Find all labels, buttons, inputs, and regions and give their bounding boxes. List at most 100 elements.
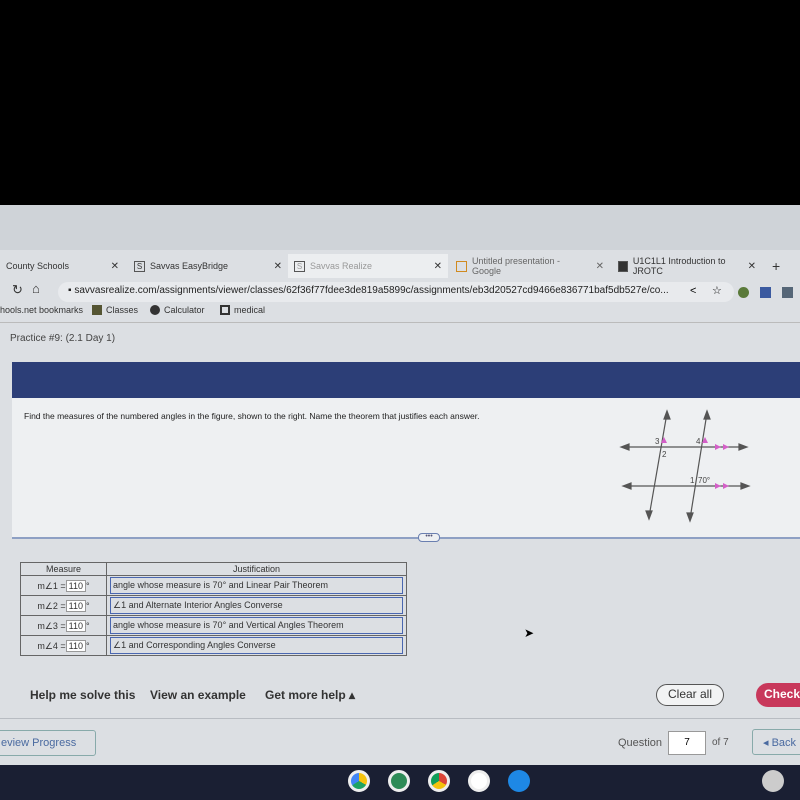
share-icon[interactable]: < xyxy=(690,285,696,297)
question-label: Question xyxy=(618,737,663,749)
help-me-solve-link[interactable]: Help me solve this xyxy=(30,688,135,702)
measure-input[interactable]: 110 xyxy=(65,619,87,632)
angle-label: m∠1 = xyxy=(37,580,66,591)
reload-icon[interactable]: ↻ xyxy=(12,282,23,298)
answer-table: Measure Justification m∠1 = 110 ° angle whos… xyxy=(20,562,407,656)
parallel-mark xyxy=(715,483,721,489)
files-icon[interactable] xyxy=(508,770,530,792)
header-banner xyxy=(12,362,800,398)
tab-label: County Schools xyxy=(6,261,70,271)
drive-icon[interactable] xyxy=(348,770,370,792)
arrowhead xyxy=(619,443,630,451)
back-button[interactable]: ◂ Back xyxy=(752,729,800,755)
parallel-mark xyxy=(715,444,721,450)
justification-input[interactable]: ∠1 and Alternate Interior Angles Convers… xyxy=(110,597,403,614)
justification-input[interactable]: angle whose measure is 70° and Linear Pa… xyxy=(110,577,403,594)
review-progress-button[interactable]: eview Progress xyxy=(0,730,96,756)
check-answer-button[interactable]: Check xyxy=(756,683,800,707)
angle-label-2: 2 xyxy=(662,450,667,459)
new-tab-button[interactable]: + xyxy=(772,258,780,274)
tab-label: Untitled presentation - Google xyxy=(471,256,560,276)
justification-input[interactable]: ∠1 and Corresponding Angles Converse xyxy=(110,637,403,654)
extension-icon[interactable] xyxy=(738,287,749,298)
parallel-mark xyxy=(723,444,729,450)
bookmark-label: hools.net bookmarks xyxy=(0,305,84,315)
classroom-icon[interactable] xyxy=(388,770,410,792)
url-text: savvasrealize.com/assignments/viewer/cla… xyxy=(74,285,669,296)
arrowhead xyxy=(645,510,653,521)
arrowhead xyxy=(686,512,694,523)
resize-handle[interactable]: ••• xyxy=(418,533,440,542)
parallel-lines-figure: 3 2 4 1 70° xyxy=(619,409,751,523)
bookmark-label: Classes xyxy=(106,305,139,315)
chrome-icon[interactable] xyxy=(428,770,450,792)
view-example-link[interactable]: View an example xyxy=(150,688,246,702)
savvas-icon: S xyxy=(134,260,145,272)
measure-input[interactable]: 110 xyxy=(65,599,87,612)
bookmark-folder[interactable]: hools.net bookmarks xyxy=(0,305,83,315)
tab-label: Savvas Realize xyxy=(310,261,373,271)
question-total: of 7 xyxy=(712,737,729,748)
close-icon[interactable]: ✕ xyxy=(748,261,756,272)
profile-icon[interactable] xyxy=(782,287,793,298)
degree-unit: ° xyxy=(86,640,90,651)
header-measure: Measure xyxy=(20,562,107,576)
arrowhead xyxy=(663,409,671,420)
bookmark-calculator[interactable]: Calculator xyxy=(150,305,205,315)
bookmark-label: medical xyxy=(234,305,266,315)
bookmark-medical[interactable]: medical xyxy=(220,305,265,315)
download-icon[interactable] xyxy=(760,287,771,298)
gmail-icon[interactable] xyxy=(468,770,490,792)
table-row: m∠1 = 110 ° angle whose measure is 70° and … xyxy=(20,575,407,596)
mouse-cursor-icon: ➤ xyxy=(524,626,535,640)
bookmark-classes[interactable]: Classes xyxy=(92,305,138,315)
star-icon[interactable]: ☆ xyxy=(712,284,722,297)
question-prompt: Find the measures of the numbered angles… xyxy=(24,411,480,421)
close-icon[interactable]: ✕ xyxy=(274,261,282,272)
line-left xyxy=(648,412,668,518)
header-justification: Justification xyxy=(106,562,407,576)
arrowhead xyxy=(740,482,751,490)
tab-jrotc[interactable]: U1C1L1 Introduction to JROTC ✕ xyxy=(612,254,762,278)
account-avatar[interactable] xyxy=(762,770,784,792)
question-number-input[interactable]: 7 xyxy=(668,731,706,755)
tab-county-schools[interactable]: County Schools ✕ xyxy=(0,254,125,278)
measure-input[interactable]: 110 xyxy=(65,579,87,592)
home-icon[interactable]: ⌂ xyxy=(32,281,40,296)
table-row: m∠4 = 110 ° ∠1 and Corresponding Angles Con… xyxy=(20,635,407,656)
close-icon[interactable]: ✕ xyxy=(111,261,119,272)
justification-input[interactable]: angle whose measure is 70° and Vertical … xyxy=(110,617,403,634)
page-title: Practice #9: (2.1 Day 1) xyxy=(10,333,116,344)
panel-divider xyxy=(12,537,800,539)
parallel-mark xyxy=(723,483,729,489)
table-row: m∠3 = 110 ° angle whose measure is 70° and … xyxy=(20,615,407,636)
close-icon[interactable]: ✕ xyxy=(434,261,442,272)
angle-label: m∠2 = xyxy=(37,600,66,611)
degree-unit: ° xyxy=(86,620,90,631)
tab-untitled-presentation[interactable]: Untitled presentation - Google ✕ xyxy=(450,254,610,278)
angle-label: m∠4 = xyxy=(37,640,66,651)
globe-icon xyxy=(150,305,160,315)
tab-strip xyxy=(0,205,800,250)
tab-savvas-realize[interactable]: S Savvas Realize ✕ xyxy=(288,254,448,278)
angle-label-4: 4 xyxy=(696,437,701,446)
tab-easybridge[interactable]: S Savvas EasyBridge ✕ xyxy=(128,254,288,278)
medical-icon xyxy=(220,305,230,315)
tab-label: U1C1L1 Introduction to JROTC xyxy=(632,256,726,276)
degree-unit: ° xyxy=(86,600,90,611)
clear-all-button[interactable]: Clear all xyxy=(656,684,724,706)
address-bar[interactable]: ▪ savvasrealize.com/assignments/viewer/c… xyxy=(58,282,734,302)
arrowhead xyxy=(621,482,632,490)
get-more-help-link[interactable]: Get more help ▴ xyxy=(265,688,355,702)
tab-label: Savvas EasyBridge xyxy=(150,261,229,271)
degree-unit: ° xyxy=(86,580,90,591)
classroom-icon xyxy=(618,260,628,272)
measure-input[interactable]: 110 xyxy=(65,639,87,652)
angle-label-70: 70° xyxy=(698,476,710,485)
angle-label-1: 1 xyxy=(690,476,695,485)
angle-label-3: 3 xyxy=(655,437,660,446)
close-icon[interactable]: ✕ xyxy=(596,261,604,272)
table-row: m∠2 = 110 ° ∠1 and Alternate Interior Angle… xyxy=(20,595,407,616)
footer-divider xyxy=(0,718,800,719)
classes-icon xyxy=(92,305,102,315)
